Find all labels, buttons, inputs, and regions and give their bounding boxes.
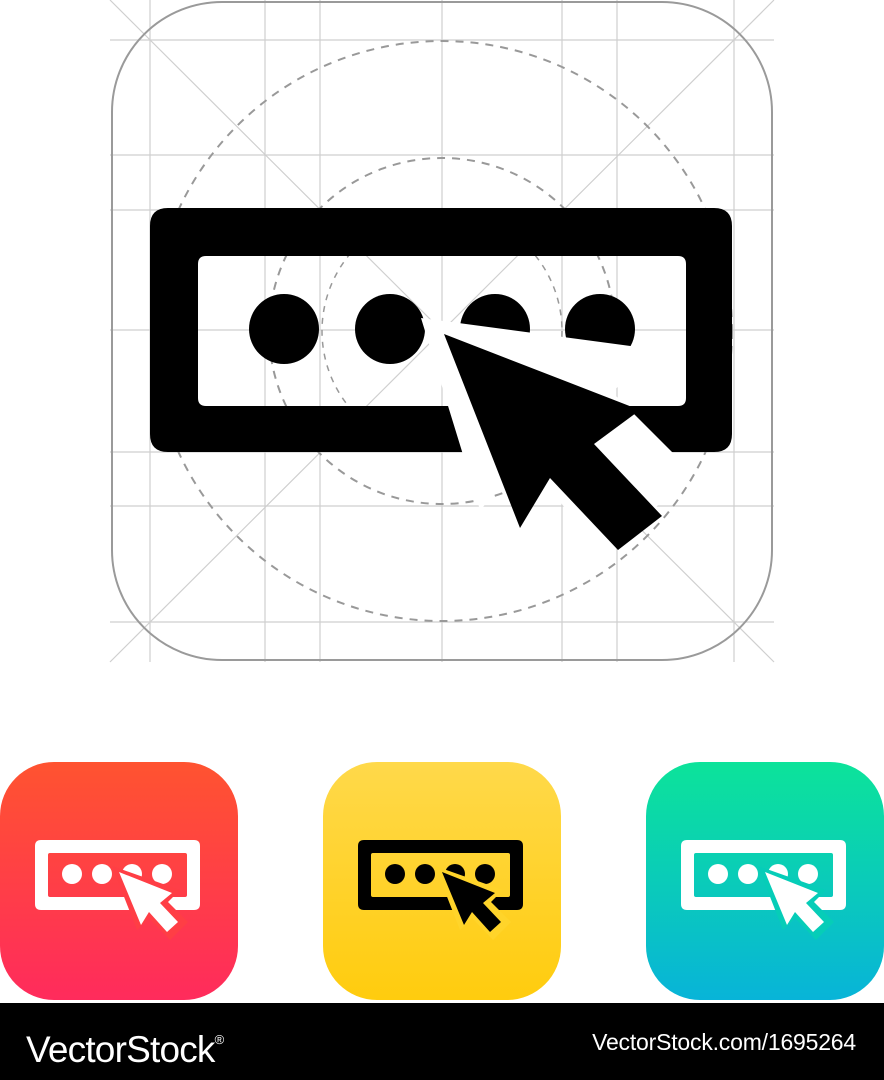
brand-name: VectorStock [26, 1029, 215, 1070]
password-entry-cursor-icon [681, 840, 846, 940]
yellow-variant-tile [323, 762, 561, 1000]
image-reference: VectorStock.com/1695264 [592, 1029, 856, 1055]
hero-icon-with-grid [109, 0, 775, 663]
password-dot-1 [249, 294, 319, 364]
teal-variant-tile [646, 762, 884, 1000]
password-entry-cursor-icon [35, 840, 200, 940]
registered-mark: ® [214, 1032, 225, 1047]
password-entry-cursor-icon [358, 840, 523, 940]
stock-icon-preview: VectorStock® VectorStock.com/1695264 [0, 0, 884, 1080]
brand-logo: VectorStock® [26, 1017, 225, 1073]
password-dot-2 [355, 294, 425, 364]
red-variant-tile [0, 762, 238, 1000]
watermark-footer: VectorStock® VectorStock.com/1695264 [0, 1003, 884, 1080]
